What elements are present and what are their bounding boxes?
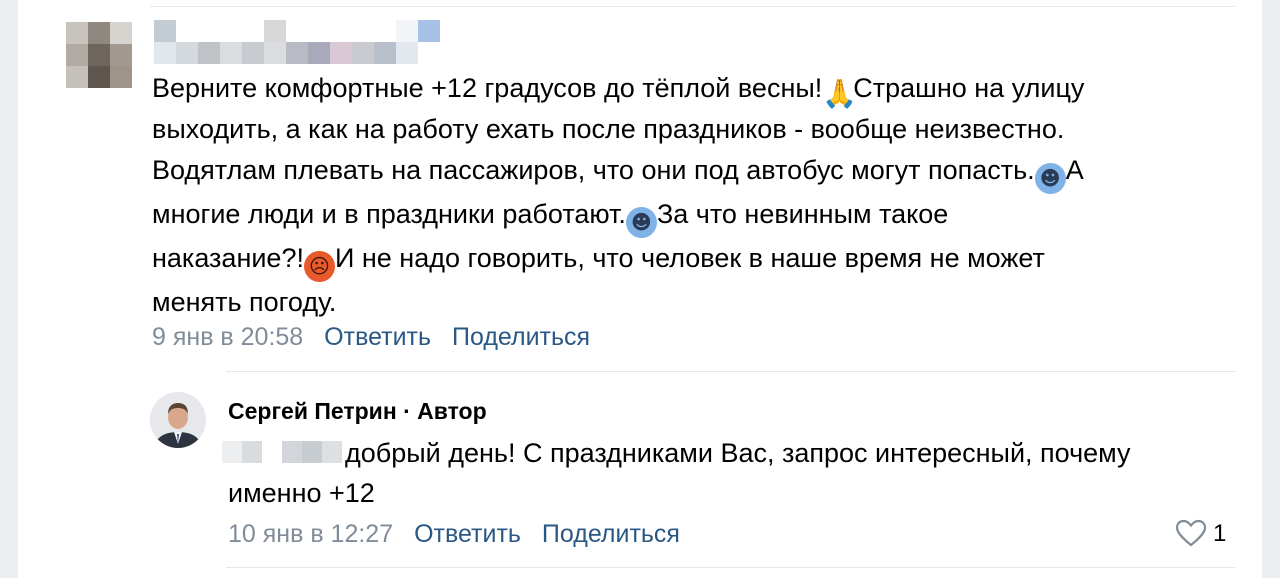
comment-meta: 9 янв в 20:58 Ответить Поделиться: [152, 323, 590, 352]
bottom-divider: [226, 567, 1236, 568]
comment-text: Верните комфортные +12 градусов до тёпло…: [152, 68, 1084, 322]
reply-text-continued: именно +12: [228, 473, 375, 514]
reply-text-line-2: именно +12: [228, 478, 375, 508]
author-avatar[interactable]: [150, 392, 206, 448]
reply-author-name[interactable]: Сергей Петрин · Автор: [228, 398, 487, 425]
like-count: 1: [1213, 520, 1227, 547]
comment-text-line-3: Водятлам плевать на пассажиров, что они …: [152, 150, 1084, 194]
praying-hands-emoji-icon: 🙏: [822, 77, 858, 110]
comment-date[interactable]: 9 янв в 20:58: [152, 323, 303, 351]
fearful-face-emoji-icon: ☻: [625, 206, 657, 238]
angry-face-emoji-icon: ☹: [303, 250, 335, 282]
reply-text-line-1: добрый день! С праздниками Вас, запрос и…: [345, 438, 1131, 468]
heart-outline-icon: [1175, 519, 1207, 547]
like-button[interactable]: 1: [1175, 519, 1226, 548]
reply-reply-button[interactable]: Ответить: [414, 520, 521, 548]
comment-reply-button[interactable]: Ответить: [324, 323, 431, 351]
comment-text-line-5: наказание?! ☹ И не надо говорить, что чело…: [152, 238, 1084, 282]
commenter-avatar-censored[interactable]: [66, 22, 132, 88]
fearful-face-emoji-icon: ☻: [1034, 162, 1066, 194]
reply-share-button[interactable]: Поделиться: [542, 520, 680, 548]
comment-text-line-1: Верните комфортные +12 градусов до тёпло…: [152, 73, 1085, 110]
reply-text: добрый день! С праздниками Вас, запрос и…: [345, 433, 1131, 474]
comment-share-button[interactable]: Поделиться: [452, 323, 590, 351]
page-left-background: [0, 0, 18, 578]
reply-divider: [226, 371, 1236, 372]
comment-text-line-2: выходить, а как на работу ехать после пр…: [152, 114, 1065, 144]
author-avatar-image: [150, 392, 206, 448]
commenter-name-censored[interactable]: [154, 20, 440, 64]
reply-meta: 10 янв в 12:27 Ответить Поделиться: [228, 520, 680, 549]
page-right-background: [1262, 0, 1280, 578]
comment-text-line-4: многие люди и в праздники работают. ☻ За ч…: [152, 194, 1084, 238]
reply-date[interactable]: 10 янв в 12:27: [228, 520, 393, 548]
top-divider: [150, 6, 1235, 7]
comment-text-line-6: менять погоду.: [152, 286, 337, 317]
reply-addressee-censored[interactable]: [222, 441, 342, 463]
